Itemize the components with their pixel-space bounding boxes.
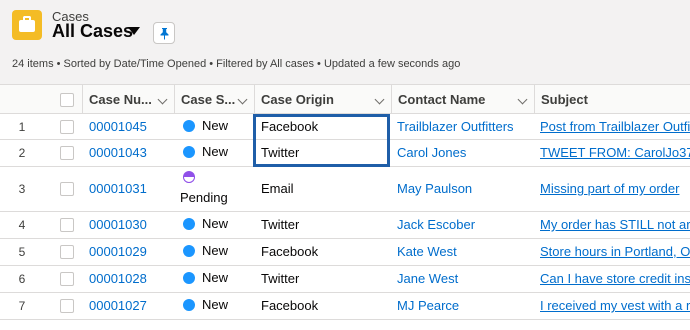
row-number: 2 (18, 146, 26, 160)
row-number: 5 (18, 245, 26, 259)
row-number: 3 (18, 182, 26, 196)
select-all-checkbox[interactable] (60, 93, 74, 107)
case-status: New (202, 243, 229, 258)
subject-link[interactable]: My order has STILL not arriv (540, 217, 690, 232)
case-number-link[interactable]: 00001028 (89, 271, 147, 286)
chevron-down-icon[interactable] (517, 94, 528, 105)
column-header-case-number[interactable]: Case Nu... (82, 85, 174, 114)
row-checkbox[interactable] (60, 218, 74, 232)
status-new-icon (183, 272, 195, 284)
status-new-icon (183, 218, 195, 230)
status-new-icon (183, 146, 195, 158)
status-pending-icon (183, 171, 195, 183)
case-status: New (202, 118, 229, 133)
subject-link[interactable]: Can I have store credit inste (540, 271, 690, 286)
case-number-link[interactable]: 00001031 (89, 181, 147, 196)
row-number: 4 (18, 218, 26, 232)
contact-name-link[interactable]: Kate West (397, 244, 531, 259)
case-status: Pending (180, 190, 228, 205)
table-row: 4 00001030 New Twitter Jack Escober My order … (0, 212, 690, 239)
chevron-down-icon[interactable] (374, 94, 385, 105)
case-number-link[interactable]: 00001029 (89, 244, 147, 259)
subject-link[interactable]: TWEET FROM: CarolJo3789 (540, 145, 690, 160)
list-info-line: 24 items • Sorted by Date/Time Opened • … (12, 58, 461, 70)
contact-name-link[interactable]: May Paulson (397, 181, 531, 196)
subject-link[interactable]: Store hours in Portland, Ore (540, 244, 690, 259)
table-header-row: Case Nu... Case S... Case Origin Contact… (0, 84, 690, 114)
case-origin-highlight-box (253, 114, 390, 167)
case-status: New (202, 144, 229, 159)
chevron-down-icon[interactable] (237, 94, 248, 105)
case-status: New (202, 297, 229, 312)
contact-name-link[interactable]: Carol Jones (397, 145, 531, 160)
case-origin: Facebook (261, 298, 319, 313)
case-status: New (202, 216, 229, 231)
row-number: 6 (18, 272, 26, 286)
row-number: 7 (18, 299, 26, 313)
subject-link[interactable]: I received my vest with a rip (540, 298, 690, 313)
case-origin: Facebook (261, 244, 319, 259)
table-row: 7 00001027 New Facebook MJ Pearce I received … (0, 293, 690, 320)
case-origin: Twitter (261, 271, 300, 286)
contact-name-link[interactable]: MJ Pearce (397, 298, 531, 313)
pin-icon (160, 28, 169, 40)
status-new-icon (183, 299, 195, 311)
status-new-icon (183, 120, 195, 132)
case-number-link[interactable]: 00001030 (89, 217, 147, 232)
contact-name-link[interactable]: Jane West (397, 271, 531, 286)
pin-list-view-button[interactable] (153, 22, 175, 44)
column-header-contact-name[interactable]: Contact Name (391, 85, 534, 114)
column-header-subject[interactable]: Subject (534, 85, 690, 114)
cases-object-icon (12, 10, 42, 40)
list-view-title[interactable]: All Cases (52, 21, 133, 42)
subject-link[interactable]: Missing part of my order (540, 181, 690, 196)
case-number-link[interactable]: 00001043 (89, 145, 147, 160)
case-number-link[interactable]: 00001045 (89, 119, 147, 134)
row-checkbox[interactable] (60, 120, 74, 134)
list-view-picker-caret-icon[interactable] (128, 27, 140, 35)
status-new-icon (183, 245, 195, 257)
row-checkbox[interactable] (60, 299, 74, 313)
chevron-down-icon[interactable] (157, 94, 168, 105)
row-checkbox[interactable] (60, 146, 74, 160)
row-checkbox[interactable] (60, 272, 74, 286)
subject-link[interactable]: Post from Trailblazer Outfitt (540, 119, 690, 134)
case-origin: Twitter (261, 217, 300, 232)
table-row: 6 00001028 New Twitter Jane West Can I have s… (0, 266, 690, 293)
contact-name-link[interactable]: Trailblazer Outfitters (397, 119, 531, 134)
row-number: 1 (18, 120, 26, 134)
contact-name-link[interactable]: Jack Escober (397, 217, 531, 232)
table-row: 5 00001029 New Facebook Kate West Store hours… (0, 239, 690, 266)
column-header-case-origin[interactable]: Case Origin (254, 85, 391, 114)
list-view-header: Cases All Cases 24 items • Sorted by Dat… (0, 0, 690, 84)
table-row: 3 00001031 Pending Email May Paulson Missing … (0, 167, 690, 212)
case-origin: Email (261, 181, 294, 196)
row-checkbox[interactable] (60, 182, 74, 196)
column-header-case-status[interactable]: Case S... (174, 85, 254, 114)
row-checkbox[interactable] (60, 245, 74, 259)
case-number-link[interactable]: 00001027 (89, 298, 147, 313)
case-status: New (202, 270, 229, 285)
